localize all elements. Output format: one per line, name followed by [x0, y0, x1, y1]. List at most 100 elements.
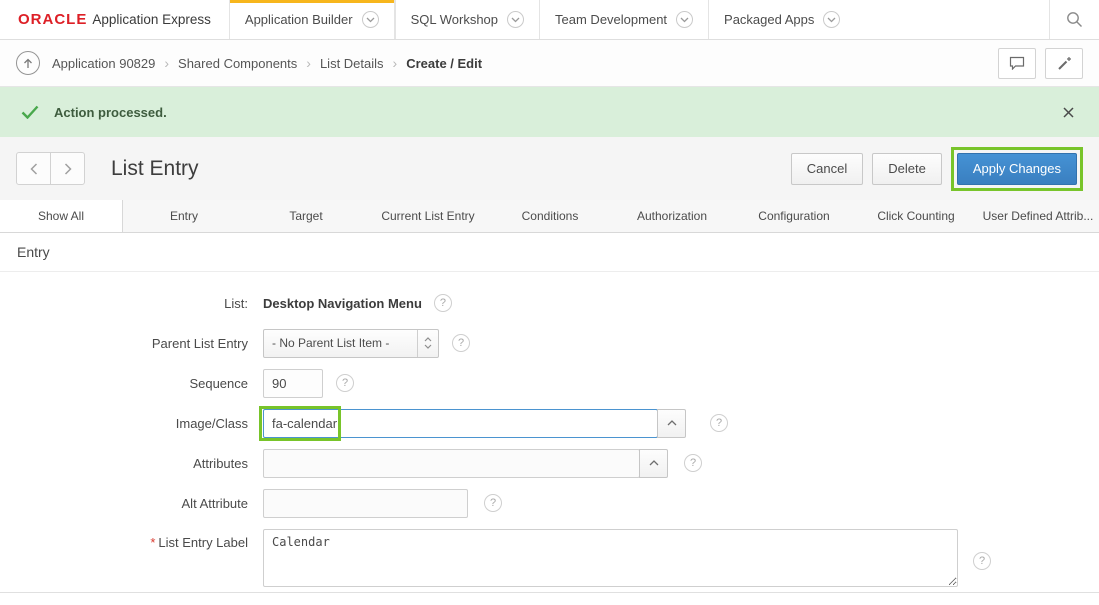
chevron-up-icon [649, 460, 659, 466]
tab-configuration[interactable]: Configuration [733, 200, 855, 232]
annotation-highlight-apply-changes: Apply Changes [951, 147, 1083, 191]
close-icon [1063, 107, 1074, 118]
success-notification: Action processed. [0, 87, 1099, 137]
form-row-list-entry-label: *List Entry Label Calendar ? [0, 523, 1099, 587]
list-entry-label-textarea[interactable]: Calendar [263, 529, 958, 587]
nav-tab-label: SQL Workshop [411, 12, 498, 27]
apply-changes-button[interactable]: Apply Changes [957, 153, 1077, 185]
topbar-spacer [855, 0, 1049, 39]
check-icon [21, 105, 39, 119]
attributes-field: ? [263, 449, 702, 478]
delete-button[interactable]: Delete [872, 153, 942, 185]
comment-bubble-icon [1009, 56, 1025, 70]
required-asterisk: * [150, 535, 155, 550]
tab-current-list-entry[interactable]: Current List Entry [367, 200, 489, 232]
nav-tab-label: Packaged Apps [724, 12, 814, 27]
next-entry-button[interactable] [50, 152, 85, 185]
section-title-entry: Entry [0, 233, 1099, 272]
sequence-field: ? [263, 369, 354, 398]
list-label: List: [0, 296, 248, 311]
parent-list-entry-field: - No Parent List Item - ? [263, 329, 470, 358]
chevron-up-icon [667, 420, 677, 426]
help-icon[interactable]: ? [336, 374, 354, 392]
search-icon [1066, 11, 1083, 28]
image-class-field: ? [263, 409, 728, 438]
cancel-button[interactable]: Cancel [791, 153, 863, 185]
chevron-left-icon [30, 163, 38, 175]
alt-attribute-label: Alt Attribute [0, 496, 248, 511]
tab-user-defined-attributes[interactable]: User Defined Attrib... [977, 200, 1099, 232]
tab-show-all[interactable]: Show All [0, 200, 123, 232]
alt-attribute-field: ? [263, 489, 502, 518]
chevron-down-icon[interactable] [362, 11, 379, 28]
attributes-input[interactable] [263, 449, 640, 478]
nav-tab-label: Team Development [555, 12, 667, 27]
chevron-down-icon[interactable] [676, 11, 693, 28]
list-entry-label-field: Calendar ? [263, 529, 991, 587]
breadcrumb-item-list-details[interactable]: List Details [320, 56, 384, 71]
wand-icon [1057, 56, 1072, 71]
breadcrumb-separator: › [306, 55, 311, 71]
tab-click-counting[interactable]: Click Counting [855, 200, 977, 232]
parent-list-entry-select[interactable]: - No Parent List Item - [263, 329, 439, 358]
image-class-popup-lov-button[interactable] [657, 409, 686, 438]
tab-authorization[interactable]: Authorization [611, 200, 733, 232]
list-entry-label-label: *List Entry Label [0, 535, 248, 550]
image-class-input[interactable] [263, 409, 658, 438]
up-level-button[interactable] [16, 51, 40, 75]
top-nav-bar: ORACLE Application Express Application B… [0, 0, 1099, 40]
brand-suffix: Application Express [92, 12, 211, 27]
help-icon[interactable]: ? [452, 334, 470, 352]
breadcrumb-actions [998, 48, 1083, 79]
up-arrow-icon [23, 58, 33, 69]
list-entry-label-text: List Entry Label [158, 535, 248, 550]
nav-tab-label: Application Builder [245, 12, 353, 27]
chevron-right-icon [64, 163, 72, 175]
help-icon[interactable]: ? [710, 414, 728, 432]
help-icon[interactable]: ? [484, 494, 502, 512]
attributes-label: Attributes [0, 456, 248, 471]
page-actions: Cancel Delete Apply Changes [791, 147, 1083, 191]
chevron-down-icon[interactable] [823, 11, 840, 28]
form-row-list: List: Desktop Navigation Menu ? [0, 283, 1099, 323]
help-icon[interactable]: ? [434, 294, 452, 312]
nav-tab-application-builder[interactable]: Application Builder [229, 0, 395, 39]
list-value: Desktop Navigation Menu [263, 296, 422, 311]
entry-form: List: Desktop Navigation Menu ? Parent L… [0, 272, 1099, 593]
nav-tab-sql-workshop[interactable]: SQL Workshop [395, 0, 539, 39]
nav-tab-packaged-apps[interactable]: Packaged Apps [708, 0, 855, 39]
breadcrumb-item-shared-components[interactable]: Shared Components [178, 56, 297, 71]
tab-conditions[interactable]: Conditions [489, 200, 611, 232]
form-row-image-class: Image/Class ? [0, 403, 1099, 443]
parent-list-entry-label: Parent List Entry [0, 336, 248, 351]
chevron-down-icon[interactable] [507, 11, 524, 28]
record-pager [16, 152, 85, 185]
form-row-attributes: Attributes ? [0, 443, 1099, 483]
close-notification-button[interactable] [1059, 103, 1078, 122]
page-header: List Entry Cancel Delete Apply Changes [0, 137, 1099, 200]
feedback-button[interactable] [998, 48, 1036, 79]
sequence-input[interactable] [263, 369, 323, 398]
attributes-popup-lov-button[interactable] [639, 449, 668, 478]
form-row-alt-attribute: Alt Attribute ? [0, 483, 1099, 523]
form-row-sequence: Sequence ? [0, 363, 1099, 403]
tab-entry[interactable]: Entry [123, 200, 245, 232]
parent-list-entry-selected-value: - No Parent List Item - [264, 336, 417, 350]
alt-attribute-input[interactable] [263, 489, 468, 518]
previous-entry-button[interactable] [16, 152, 51, 185]
breadcrumb-item-create-edit: Create / Edit [406, 56, 482, 71]
help-icon[interactable]: ? [684, 454, 702, 472]
nav-tab-team-development[interactable]: Team Development [539, 0, 708, 39]
breadcrumb-separator: › [393, 55, 398, 71]
help-icon[interactable]: ? [973, 552, 991, 570]
image-class-combo [263, 409, 686, 438]
notification-message: Action processed. [54, 105, 167, 120]
oracle-wordmark: ORACLE [18, 11, 87, 28]
image-class-label: Image/Class [0, 416, 248, 431]
search-button[interactable] [1049, 0, 1099, 39]
breadcrumb-item-application[interactable]: Application 90829 [52, 56, 155, 71]
select-spinner-icon [417, 330, 438, 357]
attributes-combo [263, 449, 668, 478]
quick-edit-button[interactable] [1045, 48, 1083, 79]
tab-target[interactable]: Target [245, 200, 367, 232]
